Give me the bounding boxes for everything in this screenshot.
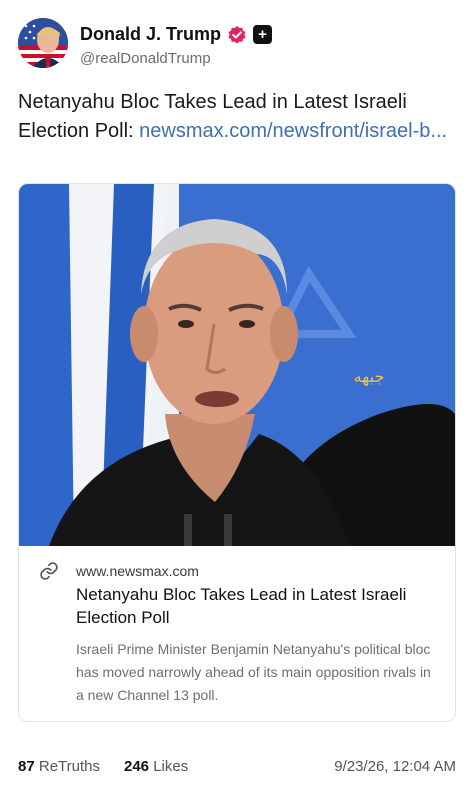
post-timestamp: 9/23/26, 12:04 AM	[334, 758, 456, 775]
retruths-label: ReTruths	[38, 758, 100, 775]
post-text: Netanyahu Bloc Takes Lead in Latest Isra…	[18, 88, 458, 146]
card-image[interactable]: جبهه	[19, 184, 455, 546]
likes-stat[interactable]: 246 Likes	[124, 758, 188, 775]
name-row: Donald J. Trump +	[80, 24, 273, 45]
card-title[interactable]: Netanyahu Bloc Takes Lead in Latest Isra…	[76, 583, 436, 629]
verified-badge-icon	[227, 25, 247, 45]
avatar-image	[18, 18, 68, 68]
link-icon	[39, 561, 59, 581]
retruths-stat[interactable]: 87 ReTruths	[18, 758, 100, 775]
plus-badge-icon: +	[253, 25, 273, 44]
image-watermark: جبهه	[354, 367, 385, 387]
retruths-count: 87	[18, 758, 35, 775]
card-domain[interactable]: www.newsmax.com	[76, 563, 199, 579]
post-header: Donald J. Trump + @realDonaldTrump	[18, 18, 458, 70]
card-body: www.newsmax.com Netanyahu Bloc Takes Lea…	[19, 546, 455, 721]
link-preview-card[interactable]: جبهه www.newsmax.com Netanyahu Bloc Take…	[18, 183, 456, 722]
post-footer: 87 ReTruths 246 Likes 9/23/26, 12:04 AM	[18, 758, 456, 780]
author-handle[interactable]: @realDonaldTrump	[80, 50, 211, 67]
card-description: Israeli Prime Minister Benjamin Netanyah…	[76, 641, 431, 703]
likes-count: 246	[124, 758, 150, 775]
post-link[interactable]: newsmax.com/newsfront/israel-b...	[139, 120, 447, 142]
avatar[interactable]	[18, 18, 68, 68]
author-name[interactable]: Donald J. Trump	[80, 24, 221, 45]
likes-label: Likes	[153, 758, 189, 775]
